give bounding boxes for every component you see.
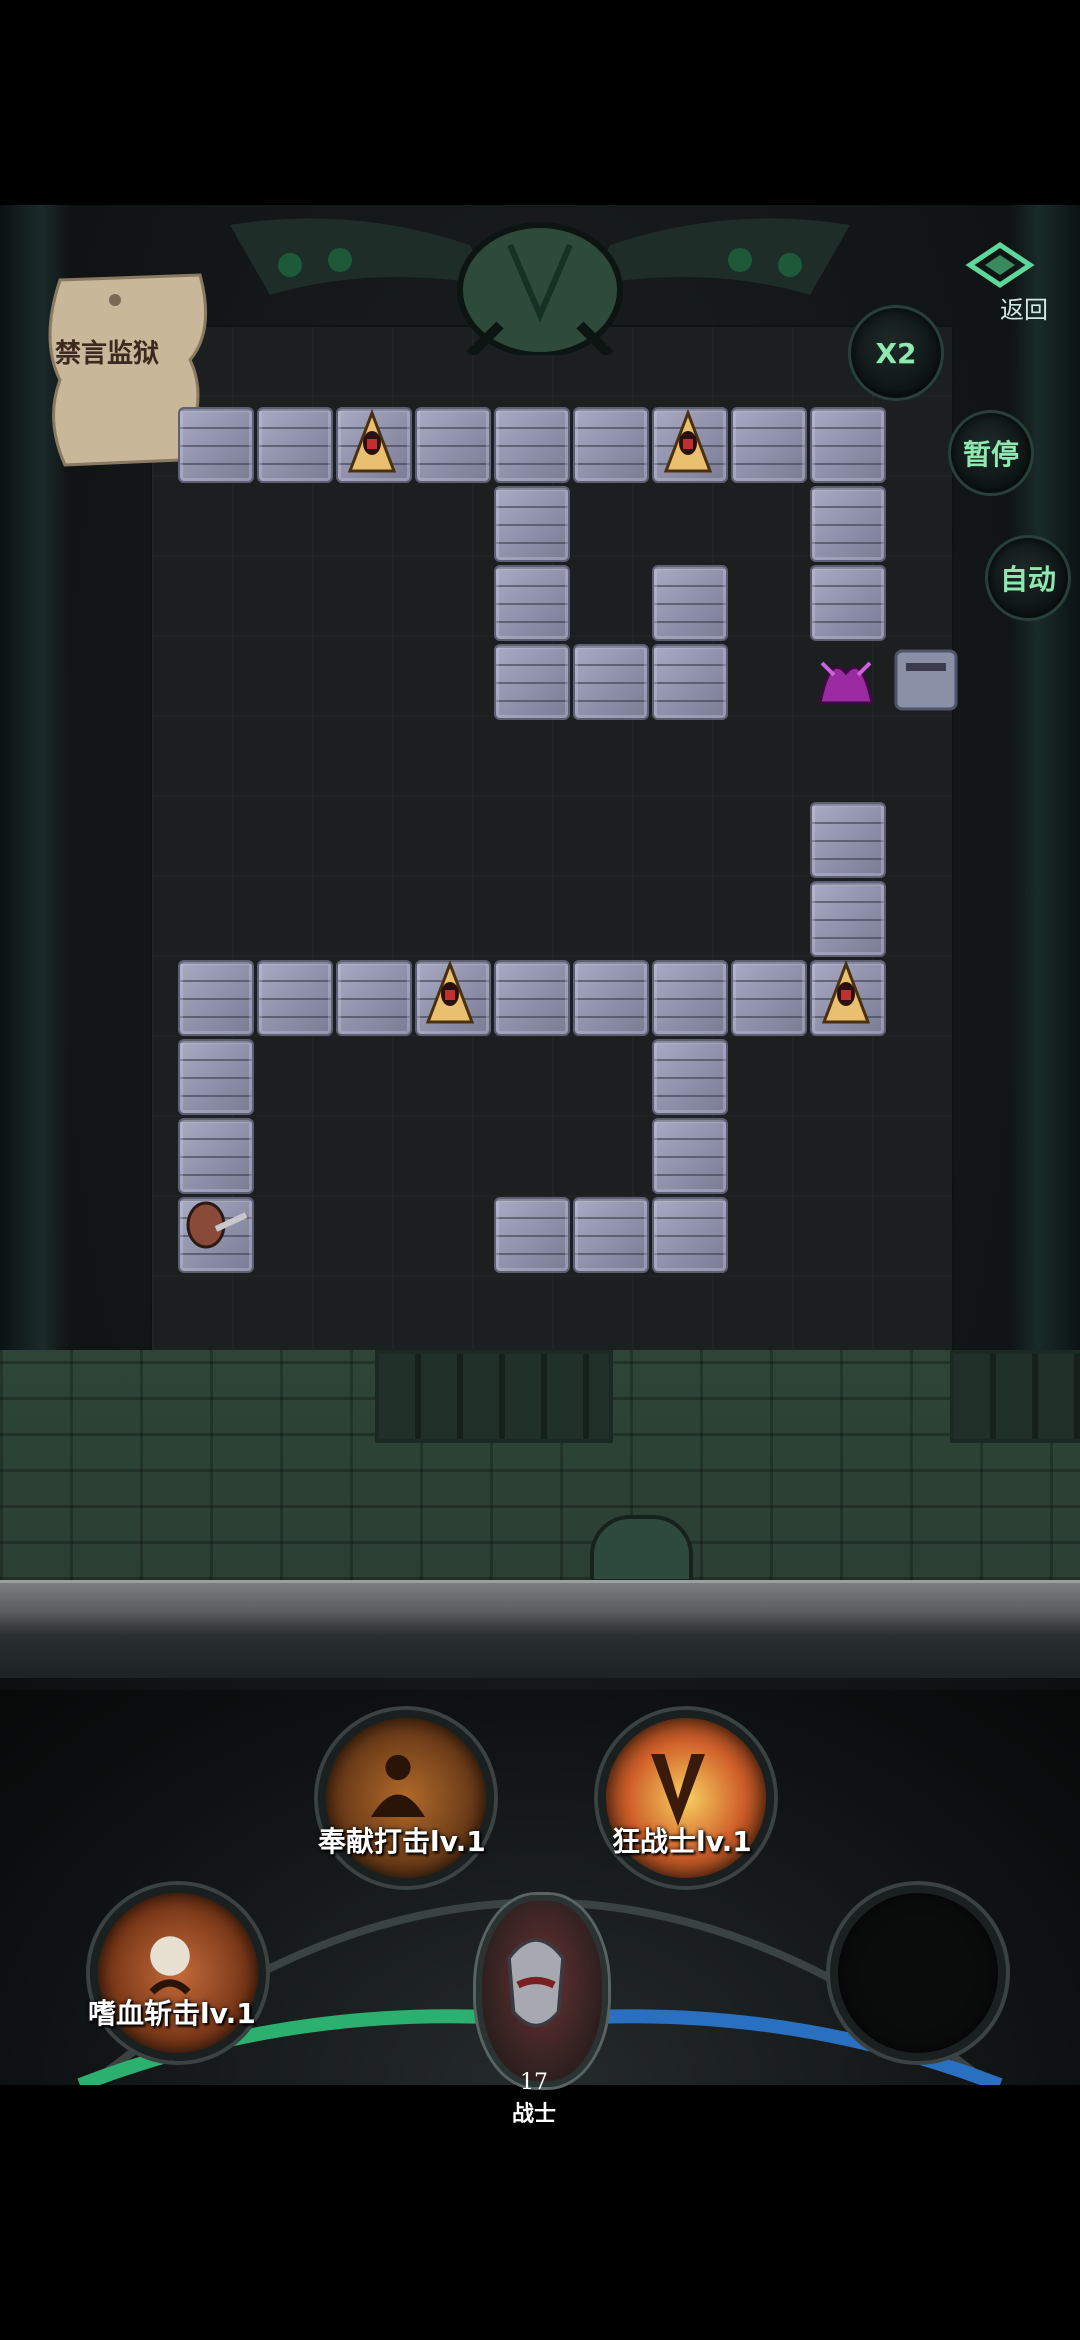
- prison-wall: [0, 1350, 1080, 1583]
- path-tile: [652, 644, 728, 720]
- path-tile: [494, 644, 570, 720]
- pause-button[interactable]: 暂停: [948, 410, 1034, 496]
- winged-ornament-icon: [230, 218, 850, 355]
- warrior-portrait-icon: [507, 1938, 565, 2028]
- path-tile: [257, 407, 333, 483]
- back-button[interactable]: [955, 235, 1045, 295]
- path-tile: [178, 1039, 254, 1115]
- path-tile: [731, 960, 807, 1036]
- path-tile: [652, 1197, 728, 1273]
- path-tile: [652, 565, 728, 641]
- auto-button[interactable]: 自动: [985, 535, 1071, 621]
- barred-window: [950, 1350, 1080, 1443]
- hero-class: 战士: [512, 2102, 557, 2127]
- path-tile: [573, 960, 649, 1036]
- path-tile: [731, 407, 807, 483]
- path-tile: [494, 565, 570, 641]
- diamond-back-icon: [965, 241, 1035, 289]
- purple-demon-icon: [818, 661, 874, 705]
- path-tile: [178, 407, 254, 483]
- warrior-hero-icon: [186, 1201, 248, 1249]
- path-tile: [810, 881, 886, 957]
- path-tile: [810, 565, 886, 641]
- skill-slot-empty[interactable]: [830, 1885, 1006, 2061]
- path-tile: [652, 1039, 728, 1115]
- pause-label: 暂停: [962, 438, 1019, 471]
- drain-grate: [590, 1515, 693, 1583]
- skill-slot-bloodthirst-slash[interactable]: [90, 1885, 266, 2061]
- barred-window: [375, 1350, 613, 1443]
- path-tile: [573, 644, 649, 720]
- level-name: 禁言监狱: [55, 339, 160, 369]
- speed-label: X2: [875, 336, 917, 370]
- path-tile: [257, 960, 333, 1036]
- skill-label: 嗜血斩击lv.1: [88, 1997, 256, 2030]
- skill-label: 狂战士lv.1: [612, 1825, 752, 1858]
- path-tile: [494, 1197, 570, 1273]
- right-frame-decoration: [1010, 205, 1080, 1355]
- stone-walkway: [0, 1580, 1080, 1678]
- hero-portrait[interactable]: [476, 1895, 608, 2087]
- hooded-cultist-icon: [425, 959, 475, 1024]
- skill-label: 奉献打击lv.1: [318, 1825, 486, 1858]
- path-tile: [810, 407, 886, 483]
- auto-label: 自动: [999, 563, 1056, 596]
- path-tile: [336, 960, 412, 1036]
- path-tile: [810, 486, 886, 562]
- path-tile: [178, 1118, 254, 1194]
- path-tile: [573, 1197, 649, 1273]
- path-tile: [810, 802, 886, 878]
- path-tile: [652, 1118, 728, 1194]
- path-tile: [494, 960, 570, 1036]
- path-tile: [652, 960, 728, 1036]
- hooded-cultist-icon: [663, 408, 713, 473]
- back-label: 返回: [1000, 296, 1048, 324]
- path-tile: [178, 960, 254, 1036]
- path-tile: [573, 407, 649, 483]
- hero-level: 17: [520, 2070, 548, 2095]
- hooded-cultist-icon: [821, 959, 871, 1024]
- path-tile: [494, 486, 570, 562]
- speed-button[interactable]: X2: [848, 305, 944, 401]
- path-tile: [415, 407, 491, 483]
- game-screen: { "level": { "name": "禁言监狱" }, "controls…: [0, 0, 1080, 2340]
- path-tile: [494, 407, 570, 483]
- hooded-cultist-icon: [347, 408, 397, 473]
- stone-chest-icon: [894, 649, 958, 711]
